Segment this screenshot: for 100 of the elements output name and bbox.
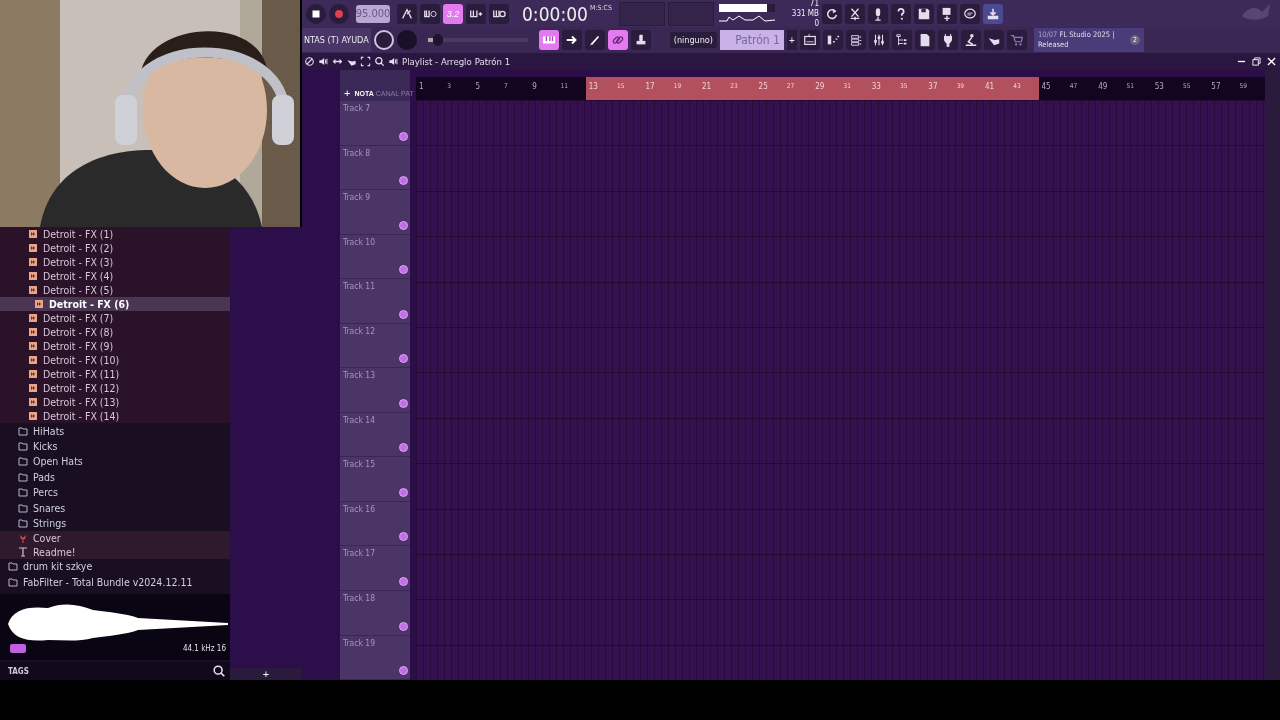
- mute-button[interactable]: [399, 577, 408, 586]
- close-icon[interactable]: [1267, 57, 1276, 66]
- chain-button[interactable]: [607, 30, 628, 50]
- track-label[interactable]: Track 8: [343, 147, 410, 158]
- ruler-mark[interactable]: 37: [925, 77, 954, 100]
- browser-item[interactable]: drum kit szkye: [0, 558, 230, 575]
- mute-button[interactable]: [399, 354, 408, 364]
- add-button[interactable]: +: [230, 668, 302, 680]
- browser-item[interactable]: HiHats: [0, 423, 230, 439]
- step-button[interactable]: [466, 3, 486, 24]
- steps-button[interactable]: [822, 30, 843, 50]
- track-label[interactable]: Track 15: [343, 459, 410, 470]
- download-button[interactable]: [982, 3, 1003, 24]
- ruler-mark[interactable]: 21: [698, 77, 728, 100]
- floppy-button[interactable]: [913, 3, 934, 24]
- play-icon[interactable]: [10, 644, 26, 653]
- ruler-mark[interactable]: 25: [755, 77, 784, 100]
- browser-item[interactable]: Detroit - FX (3): [0, 255, 230, 269]
- mute-button[interactable]: [399, 265, 408, 275]
- list-button[interactable]: [845, 30, 866, 50]
- track-label[interactable]: Track 13: [343, 370, 410, 381]
- browser-item[interactable]: Detroit - FX (6): [0, 297, 230, 311]
- loop-button[interactable]: [489, 3, 509, 24]
- restore-icon[interactable]: [1252, 57, 1261, 66]
- ruler-mark[interactable]: 45: [1038, 77, 1067, 100]
- browser-item[interactable]: Detroit - FX (12): [0, 381, 230, 395]
- browser-item[interactable]: Open Hats: [0, 453, 230, 470]
- sliders-button[interactable]: [868, 30, 889, 50]
- browser-item[interactable]: Strings: [0, 515, 230, 531]
- browser-item[interactable]: Detroit - FX (1): [0, 227, 230, 241]
- ruler-mark[interactable]: 53: [1151, 77, 1180, 100]
- track-label[interactable]: Track 7: [343, 103, 410, 114]
- browser-item[interactable]: Detroit - FX (2): [0, 241, 230, 255]
- mute-button[interactable]: [399, 398, 408, 408]
- volume-knob[interactable]: [373, 30, 394, 50]
- window-button[interactable]: [799, 30, 820, 50]
- ruler-mark[interactable]: 1: [416, 77, 445, 100]
- record-button[interactable]: [329, 3, 349, 24]
- track-label[interactable]: Track 19: [343, 637, 410, 648]
- ruler-mark[interactable]: 49: [1095, 77, 1124, 100]
- scrollbar[interactable]: [1265, 70, 1280, 680]
- floppy-plus-button[interactable]: [936, 3, 957, 24]
- track-label[interactable]: Track 16: [343, 503, 410, 514]
- track-label[interactable]: Track 18: [343, 593, 410, 603]
- keyboard-button[interactable]: [538, 30, 559, 50]
- pencil-button[interactable]: [584, 30, 605, 50]
- metronome-button[interactable]: [397, 3, 417, 24]
- speech-bubble-button[interactable]: [959, 3, 980, 24]
- browser-item[interactable]: Detroit - FX (13): [0, 395, 230, 409]
- browser-item[interactable]: Detroit - FX (4): [0, 269, 230, 283]
- mute-button[interactable]: [399, 220, 408, 230]
- scissors-button[interactable]: [844, 3, 865, 24]
- ruler-mark[interactable]: 41: [981, 77, 1011, 100]
- refresh-button[interactable]: [821, 3, 842, 24]
- track-label[interactable]: Track 11: [343, 281, 410, 292]
- arrow-button[interactable]: [561, 30, 582, 50]
- document-button[interactable]: [914, 30, 935, 50]
- ruler-mark[interactable]: 33: [868, 77, 898, 100]
- plug-button[interactable]: [937, 30, 958, 50]
- mute-button[interactable]: [399, 666, 408, 675]
- tree-button[interactable]: [891, 30, 912, 50]
- browser-item[interactable]: Cover: [0, 530, 230, 545]
- pattern-crumb[interactable]: Patrón 1: [474, 56, 511, 67]
- browser-item[interactable]: Detroit - FX (9): [0, 339, 230, 353]
- track-label[interactable]: Track 12: [343, 325, 410, 336]
- browser-item[interactable]: Pads: [0, 469, 230, 485]
- add-track-button[interactable]: +: [342, 87, 353, 100]
- mute-button[interactable]: [399, 621, 408, 631]
- add-pattern-button[interactable]: +: [786, 30, 797, 50]
- figure-button[interactable]: [960, 30, 981, 50]
- mute-button[interactable]: [399, 487, 408, 497]
- browser-item[interactable]: Snares: [0, 499, 230, 516]
- mute-button[interactable]: [399, 532, 408, 542]
- mute-button[interactable]: [399, 309, 408, 319]
- browser-item[interactable]: Detroit - FX (5): [0, 283, 230, 297]
- stop-button[interactable]: [306, 3, 326, 24]
- browser-item[interactable]: Detroit - FX (11): [0, 367, 230, 381]
- browser-item[interactable]: Detroit - FX (8): [0, 325, 230, 339]
- ruler-mark[interactable]: 13: [585, 77, 615, 100]
- ruler-mark[interactable]: 57: [1208, 77, 1237, 100]
- browser-item[interactable]: Detroit - FX (14): [0, 409, 230, 423]
- mute-button[interactable]: [399, 443, 408, 453]
- wave-button[interactable]: [420, 3, 440, 24]
- browser-item[interactable]: Percs: [0, 484, 230, 500]
- snap-selector[interactable]: (ninguno): [669, 32, 717, 48]
- mute-button[interactable]: [399, 131, 408, 141]
- browser-item[interactable]: FabFilter - Total Bundle v2024.12.11: [0, 574, 230, 590]
- hand-button[interactable]: [983, 30, 1004, 50]
- menu-bar[interactable]: NTAS (T) AYUDA: [302, 28, 371, 52]
- browser-item[interactable]: Detroit - FX (10): [0, 353, 230, 367]
- cart-button[interactable]: [1006, 30, 1027, 50]
- track-label[interactable]: Track 14: [343, 414, 410, 425]
- ruler-mark[interactable]: 9: [529, 77, 558, 100]
- ruler-mark[interactable]: 17: [642, 77, 671, 100]
- stamp-button[interactable]: [630, 30, 651, 50]
- track-label[interactable]: Track 10: [343, 236, 410, 247]
- track-label[interactable]: Track 17: [343, 548, 410, 559]
- microphone-button[interactable]: [867, 3, 888, 24]
- mute-button[interactable]: [399, 176, 408, 186]
- question-button[interactable]: [890, 3, 911, 24]
